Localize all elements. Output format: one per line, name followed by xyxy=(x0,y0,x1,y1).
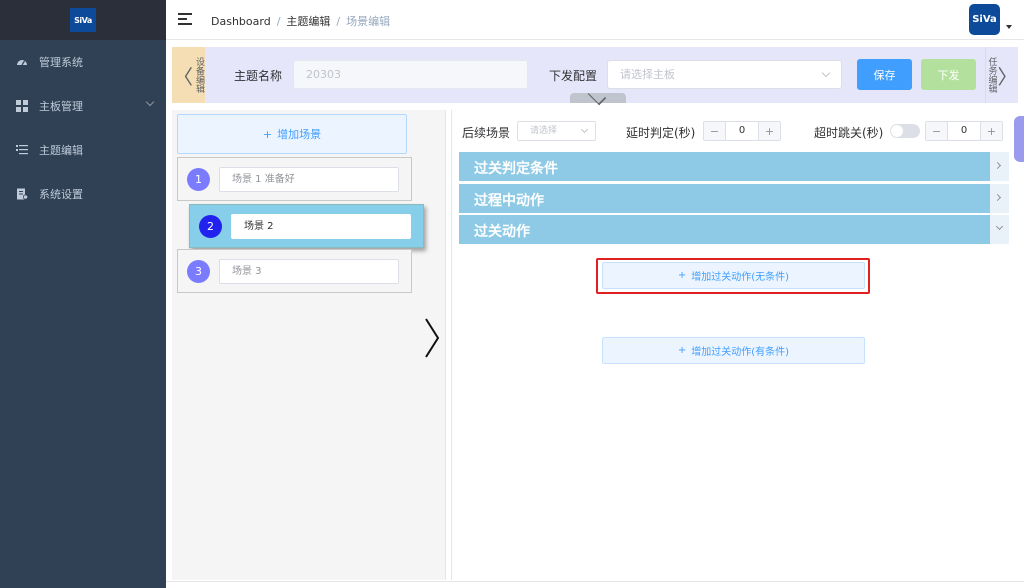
board-select-placeholder: 请选择主板 xyxy=(620,68,675,81)
task-edit-tab[interactable]: 任务编辑 〉 xyxy=(985,47,1018,103)
top-navbar: Dashboard / 主题编辑 / 场景编辑 SiVa xyxy=(166,0,1024,40)
delay-value[interactable]: 0 xyxy=(726,122,758,140)
device-edit-label: 设备编辑 xyxy=(194,57,204,93)
breadcrumb-dashboard[interactable]: Dashboard xyxy=(211,15,271,28)
hamburger-icon[interactable] xyxy=(178,13,192,25)
dashboard-icon xyxy=(16,56,28,68)
add-unconditional-action-label: 增加过关动作(无条件) xyxy=(691,272,790,283)
chevron-right-icon xyxy=(990,184,1009,213)
caret-down-icon[interactable] xyxy=(1006,25,1012,29)
board-select[interactable]: 请选择主板 xyxy=(607,60,842,89)
plus-button[interactable]: + xyxy=(758,122,780,140)
add-conditional-action-button[interactable]: + 增加过关动作(有条件) xyxy=(602,337,865,364)
collapse-toggle[interactable] xyxy=(570,93,626,103)
timeout-stepper[interactable]: − 0 + xyxy=(925,121,1003,141)
timeout-value[interactable]: 0 xyxy=(948,122,980,140)
scene-card-2[interactable]: 2 场景 2 xyxy=(189,204,424,248)
scene-panel: + 增加场景 1 场景 1 准备好 2 场景 2 3 场景 3 xyxy=(172,110,446,580)
list-icon xyxy=(16,144,28,156)
scene-card-1[interactable]: 1 场景 1 准备好 xyxy=(177,157,412,201)
theme-name-label: 主题名称 xyxy=(234,69,283,83)
timeout-label: 超时跳关(秒) xyxy=(814,126,884,140)
plus-icon: + xyxy=(262,127,273,141)
chevron-right-icon xyxy=(990,152,1009,181)
scene-number: 1 xyxy=(187,168,210,191)
settings-doc-icon xyxy=(16,188,28,200)
accordion-title: 过关判定条件 xyxy=(474,161,558,177)
scene-name-input[interactable]: 场景 1 准备好 xyxy=(219,167,399,192)
next-scene-placeholder: 请选择 xyxy=(530,126,558,136)
plus-icon: + xyxy=(677,270,687,281)
sidebar-item-management[interactable]: 管理系统 xyxy=(0,40,166,84)
sidebar-item-settings[interactable]: 系统设置 xyxy=(0,172,166,216)
add-scene-label: 增加场景 xyxy=(277,128,322,141)
sidebar-item-label: 主题编辑 xyxy=(39,144,83,157)
add-unconditional-action-button[interactable]: + 增加过关动作(无条件) xyxy=(602,262,865,289)
scene-name-input[interactable]: 场景 2 xyxy=(231,214,411,239)
config-bar: 〈 设备编辑 主题名称 20303 下发配置 请选择主板 保存 下发 任务编辑 … xyxy=(172,47,1018,103)
task-edit-label: 任务编辑 xyxy=(986,57,997,93)
breadcrumb: Dashboard / 主题编辑 / 场景编辑 xyxy=(211,15,391,28)
accordion-process-actions[interactable]: 过程中动作 xyxy=(459,184,1009,213)
chevron-left-icon: 〈 xyxy=(173,64,193,89)
sidebar-item-label: 管理系统 xyxy=(39,56,83,69)
accordion-title: 过程中动作 xyxy=(474,193,544,209)
minus-button[interactable]: − xyxy=(926,122,948,140)
floating-side-tab[interactable] xyxy=(1014,116,1024,162)
scene-editor: 后续场景 请选择 延时判定(秒) − 0 + 超时跳关(秒) − 0 + 过关判… xyxy=(451,110,1018,580)
scene-number: 3 xyxy=(187,260,210,283)
add-conditional-action-label: 增加过关动作(有条件) xyxy=(691,347,790,358)
accordion-pass-conditions[interactable]: 过关判定条件 xyxy=(459,152,1009,181)
chevron-down-icon xyxy=(990,215,1009,244)
device-edit-tab[interactable]: 〈 设备编辑 xyxy=(172,47,205,103)
accordion-pass-actions[interactable]: 过关动作 xyxy=(459,215,1009,244)
plus-icon: + xyxy=(677,345,687,356)
chevron-down-icon xyxy=(145,97,155,107)
timeout-toggle[interactable] xyxy=(890,124,920,138)
bottom-border xyxy=(166,581,1024,588)
avatar[interactable]: SiVa xyxy=(969,4,1000,35)
chevron-right-icon: 〉 xyxy=(997,64,1018,89)
theme-name-input[interactable]: 20303 xyxy=(293,60,528,89)
sidebar-item-label: 系统设置 xyxy=(39,188,83,201)
next-scene-select[interactable]: 请选择 xyxy=(517,121,596,141)
save-button[interactable]: 保存 xyxy=(857,59,912,90)
issue-button[interactable]: 下发 xyxy=(921,59,976,90)
sidebar-item-theme-edit[interactable]: 主题编辑 xyxy=(0,128,166,172)
minus-button[interactable]: − xyxy=(704,122,726,140)
scene-number: 2 xyxy=(199,215,222,238)
sidebar-item-label: 主板管理 xyxy=(39,100,83,113)
chevron-down-icon xyxy=(580,125,589,134)
breadcrumb-scene-edit: 场景编辑 xyxy=(346,15,391,28)
breadcrumb-theme-edit[interactable]: 主题编辑 xyxy=(286,15,330,28)
chevron-right-icon[interactable] xyxy=(424,318,440,358)
sidebar: SiVa 管理系统 主板管理 主题编辑 系统设置 xyxy=(0,0,166,588)
next-scene-label: 后续场景 xyxy=(462,126,511,140)
chevron-down-icon xyxy=(821,68,831,78)
scene-name-input[interactable]: 场景 3 xyxy=(219,259,399,284)
sidebar-item-board[interactable]: 主板管理 xyxy=(0,84,166,128)
sidebar-logo: SiVa xyxy=(0,0,166,40)
plus-button[interactable]: + xyxy=(980,122,1002,140)
dispatch-config-label: 下发配置 xyxy=(549,69,598,83)
delay-stepper[interactable]: − 0 + xyxy=(703,121,781,141)
add-scene-button[interactable]: + 增加场景 xyxy=(177,114,407,154)
logo-icon: SiVa xyxy=(70,8,96,32)
accordion-title: 过关动作 xyxy=(474,224,530,240)
delay-label: 延时判定(秒) xyxy=(626,126,696,140)
grid-icon xyxy=(16,100,28,112)
scene-card-3[interactable]: 3 场景 3 xyxy=(177,249,412,293)
